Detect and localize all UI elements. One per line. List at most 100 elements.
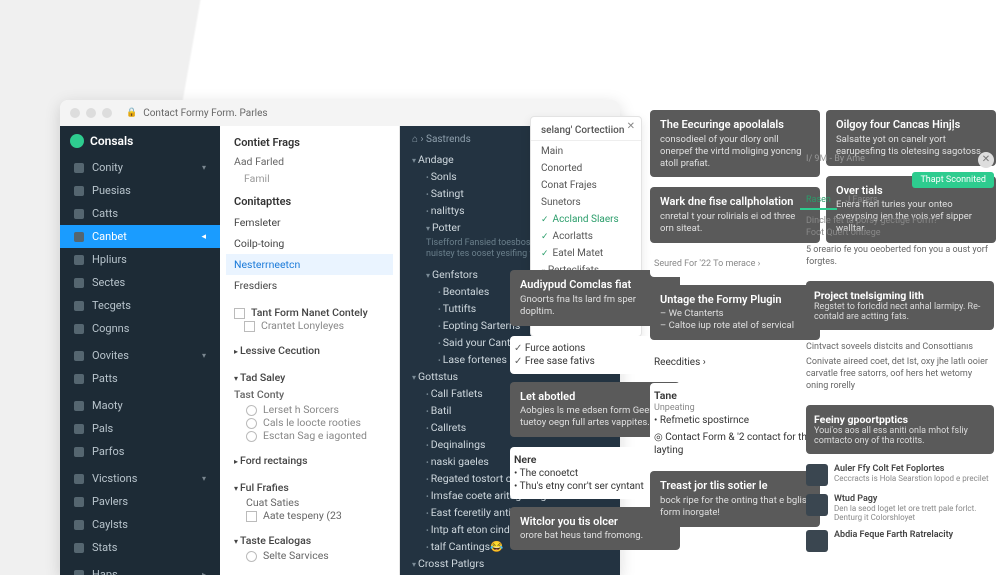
- item-title: Auler Ffy Colt Fet Foplortes: [834, 464, 989, 474]
- sidebar-item-label: Canbet: [92, 230, 127, 243]
- tab-active[interactable]: Rasen: [800, 192, 837, 210]
- sidebar-item[interactable]: Puesias: [60, 179, 220, 202]
- popover-item[interactable]: ✓Accland Slaers: [531, 211, 641, 228]
- card-footer: ◎ Contact Form & '2 contact for the layt…: [654, 431, 816, 457]
- sidebar-item-label: Sectes: [92, 276, 125, 289]
- tab[interactable]: J Farers: [839, 192, 883, 208]
- option-row[interactable]: Nesterrneetcn: [226, 254, 393, 275]
- group-summary[interactable]: Tad Saley: [234, 369, 385, 386]
- option-row[interactable]: Coilp-toing: [226, 233, 393, 254]
- item-subtitle: Den la seod loget let ore trett pale for…: [834, 504, 994, 522]
- sidebar-item[interactable]: Canbet: [60, 225, 220, 248]
- info-card: Treast jor tlis sotier lebock ripe for t…: [650, 471, 820, 527]
- card-title: The Eecuringe apoolalals: [660, 118, 810, 132]
- sidebar-item[interactable]: Oovites: [60, 344, 220, 367]
- popover-item[interactable]: Sunetors: [531, 194, 641, 211]
- sidebar-item-label: Tecgets: [92, 299, 131, 312]
- paragraph: Conivate aireed coet, det Ist, oxy jhe l…: [806, 357, 994, 392]
- close-icon[interactable]: ✕: [978, 152, 994, 168]
- sidebar-item[interactable]: Conity: [60, 156, 220, 179]
- radio-item[interactable]: Lerset h Sorcers: [234, 403, 385, 416]
- list-item[interactable]: Wtud PagyDen la seod loget let ore trett…: [800, 490, 1000, 526]
- close-icon[interactable]: ✕: [627, 121, 635, 132]
- popover-item[interactable]: ✓Eatel Matet: [531, 245, 641, 262]
- traffic-light-min[interactable]: [86, 108, 96, 118]
- nav-icon: [74, 255, 84, 265]
- card-text: Reecdities ›: [654, 356, 816, 369]
- sidebar-item[interactable]: Pals: [60, 417, 220, 440]
- sidebar-item[interactable]: Haps: [60, 563, 220, 575]
- sidebar-item[interactable]: Maoty: [60, 394, 220, 417]
- list-item[interactable]: Abdia Feque Farth Ratrelacity: [800, 526, 1000, 556]
- card-title: Tane: [654, 389, 816, 403]
- group-summary[interactable]: Ford rectaings: [234, 452, 385, 469]
- radio-item[interactable]: Selte Sarvices: [234, 549, 385, 562]
- traffic-light-max[interactable]: [102, 108, 112, 118]
- sidebar-item[interactable]: Tecgets: [60, 294, 220, 317]
- sidebar-item[interactable]: Vicstions: [60, 467, 220, 490]
- checkbox-item[interactable]: Crantet Lonyleyes: [234, 319, 385, 332]
- collapsible-group[interactable]: Taste Ecalogas Selte Sarvices: [234, 532, 385, 562]
- popover-item[interactable]: Main: [531, 143, 641, 160]
- collapsible-group[interactable]: Lessive Cecution: [234, 342, 385, 359]
- lock-icon: 🔒: [126, 108, 137, 118]
- sidebar-item-label: Oovites: [92, 349, 129, 362]
- group-summary[interactable]: Taste Ecalogas: [234, 532, 385, 549]
- item-title: Wtud Pagy: [834, 494, 994, 504]
- muted-text: Seured For '22 To merace ›: [654, 259, 816, 271]
- sidebar-item[interactable]: Cognns: [60, 317, 220, 340]
- sidebar-item[interactable]: Sectes: [60, 271, 220, 294]
- card-body: Youi'os aos all ess aniti onla mhot fsli…: [814, 426, 986, 446]
- nav-icon: [74, 497, 84, 507]
- collapsible-group[interactable]: Ful Frafies Cuat Saties Aate tespeny (23: [234, 479, 385, 522]
- option-row[interactable]: Fresdiers: [226, 275, 393, 296]
- item-subtitle: Ceccracts is Hola Searstion lopod e prec…: [834, 474, 989, 483]
- primary-button[interactable]: Thapt Sconnited: [912, 172, 994, 188]
- chevron-right-icon: ›: [758, 259, 761, 269]
- card-title: Project tnelsigming lith: [814, 289, 986, 302]
- sidebar-item-label: Pals: [92, 422, 113, 435]
- group-summary[interactable]: Ful Frafies: [234, 479, 385, 496]
- meta-row: I/ 9M - By Ame: [800, 154, 1000, 168]
- radio-item[interactable]: Cals le loocte rooties: [234, 416, 385, 429]
- card-title: Oilgoy four Cancas Hinjļs: [836, 118, 986, 132]
- card-body: Gnoorts fna lts lard fm sper dopltim.: [520, 294, 670, 318]
- nav-icon: [74, 186, 84, 196]
- info-card: Untage the Formy PluginWe CtantertsCalto…: [650, 285, 820, 341]
- card-title: Untage the Formy Plugin: [660, 293, 810, 307]
- sidebar-item-label: Catts: [92, 207, 118, 220]
- sidebar-item[interactable]: Parfos: [60, 440, 220, 463]
- checkbox-item[interactable]: Aate tespeny (23: [234, 509, 385, 522]
- radio-item[interactable]: Esctan Sag e iagonted: [234, 429, 385, 442]
- sidebar-item[interactable]: Stats: [60, 536, 220, 559]
- sidebar-item[interactable]: Pavlers: [60, 490, 220, 513]
- nav-icon: [74, 401, 84, 411]
- sub-item[interactable]: Cuat Saties: [234, 496, 385, 509]
- group-summary[interactable]: Lessive Cecution: [234, 342, 385, 359]
- card-list: We CtantertsCaltoe iup rote atel of serv…: [660, 308, 810, 332]
- sidebar-item-label: Hpliurs: [92, 253, 127, 266]
- thumbnail: [806, 464, 828, 486]
- nav-icon: [74, 543, 84, 553]
- popover-item[interactable]: Conorted: [531, 160, 641, 177]
- sidebar-item[interactable]: Hpliurs: [60, 248, 220, 271]
- card-body: Aobgies ls me edsen form Geer ao tuetoy …: [520, 405, 670, 429]
- sidebar-item[interactable]: Patts: [60, 367, 220, 390]
- popover-item[interactable]: ✓Acorlatts: [531, 228, 641, 245]
- add-link[interactable]: Aad Farled: [234, 153, 385, 170]
- option-row[interactable]: Femsleter: [226, 212, 393, 233]
- collapsible-group[interactable]: Tad Saley Tast Conty Lerset h SorcersCal…: [234, 369, 385, 442]
- collapsible-group[interactable]: Ford rectaings: [234, 452, 385, 469]
- sidebar-item[interactable]: Catts: [60, 202, 220, 225]
- list-item[interactable]: Auler Ffy Colt Fet FoplortesCeccracts is…: [800, 460, 1000, 490]
- sidebar-item[interactable]: Caylsts: [60, 513, 220, 536]
- sidebar-item-label: Cognns: [92, 322, 129, 335]
- nav-icon: [74, 351, 84, 361]
- brand[interactable]: Consals: [60, 126, 220, 156]
- popover-item[interactable]: Conat Frajes: [531, 177, 641, 194]
- checkbox-group-title[interactable]: Tant Form Nanet Contely: [234, 306, 385, 319]
- traffic-light-close[interactable]: [70, 108, 80, 118]
- tree-item[interactable]: Bullsl frooite feerni: [412, 572, 608, 575]
- plain-card: Seured For '22 To merace ›: [650, 253, 820, 277]
- highlight-card: Project tnelsigming lith Regstet to forI…: [806, 281, 994, 330]
